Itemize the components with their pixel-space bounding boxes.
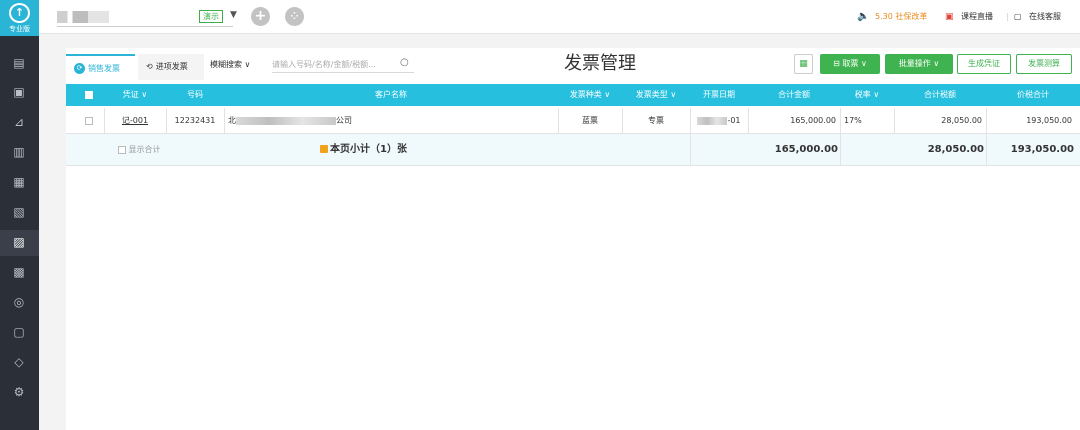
subtotal-with-tax: 193,050.00 [1010, 144, 1074, 155]
cloud-logo-icon: ↑ [9, 3, 30, 23]
invoice-panel: ⟳销售发票 ⟲进项发票 模糊搜索 ∨ ○ 发票管理 ▦ ⊟ 取票 ∨ 批量操作 … [66, 48, 1080, 430]
select-all-checkbox[interactable] [82, 84, 96, 106]
calculator-icon[interactable]: ▦ [11, 174, 27, 190]
header-number: 号码 [187, 90, 203, 99]
coin-icon [320, 145, 328, 153]
generate-voucher-button[interactable]: 生成凭证 [957, 54, 1011, 74]
invoice-kind: 蓝票 [582, 116, 598, 125]
app-logo[interactable]: ↑ 专业版 [0, 0, 39, 36]
issue-date-redacted [697, 116, 728, 125]
tax-rate: 17% [844, 116, 862, 125]
table-header: 凭证 ∨ 号码 客户名称 发票种类 ∨ 发票类型 ∨ 开票日期 合计金额 税率 … [66, 84, 1080, 106]
batch-operation-button[interactable]: 批量操作 ∨ [885, 54, 953, 74]
chevron-down-icon: ∨ [244, 60, 251, 69]
chat-icon: ▢ [1014, 12, 1022, 21]
invoice-type: 专票 [648, 116, 664, 125]
customer-name-prefix: 北 [228, 116, 236, 125]
voucher-icon[interactable]: ▤ [11, 55, 27, 71]
company-dropdown-icon[interactable]: ▼ [230, 10, 237, 20]
cashier-icon[interactable]: ◎ [11, 294, 27, 310]
page-title: 发票管理 [564, 53, 636, 74]
qr-code-icon: ▦ [799, 59, 808, 69]
online-service-link[interactable]: 在线客服 [1029, 11, 1061, 23]
customer-name: 北 公司 [228, 108, 558, 134]
subtotal-amount: 165,000.00 [774, 144, 838, 155]
tax-calc-button[interactable]: 发票测算 [1016, 54, 1072, 74]
header-voucher[interactable]: 凭证 ∨ [104, 84, 166, 106]
search-mode-label: 模糊搜索 [210, 60, 242, 69]
table-row[interactable]: 记-001 12232431 北公司 蓝票 专票 -01 165,000.00 … [66, 108, 1080, 134]
batch-label: 批量操作 [898, 59, 931, 68]
speaker-icon: 🔈 [857, 11, 870, 22]
tab-sales-invoice[interactable]: ⟳ 销售发票 [66, 54, 135, 80]
company-underline [57, 26, 233, 27]
archive-icon[interactable]: ▢ [11, 324, 27, 340]
demo-badge: 演示 [199, 10, 223, 23]
new-live-icon: ▣ [945, 12, 954, 22]
chevron-down-icon: ∨ [858, 59, 867, 68]
header-total-with-tax: 价税合计 [1017, 90, 1049, 99]
settings-icon[interactable]: ⚙ [11, 384, 27, 400]
purchase-invoice-icon: ⟲ [146, 62, 153, 71]
header-voucher-label: 凭证 [122, 90, 139, 99]
subtotal-row: 显示合计 本页小计（1）张 165,000.00 28,050.00 193,0… [66, 134, 1080, 166]
tab-sales-label: 销售发票 [88, 64, 120, 73]
ledger-icon[interactable]: ▣ [11, 84, 27, 100]
header-invoice-type[interactable]: 发票类型 ∨ [622, 84, 690, 106]
search-icon[interactable]: ○ [400, 57, 409, 68]
left-sidebar: ↑ 专业版 ▤ ▣ ⊿ ▥ ▦ ▧ ▨ ▩ ◎ ▢ ◇ ⚙ [0, 0, 39, 430]
company-name-redacted[interactable] [57, 11, 109, 23]
header-customer: 客户名称 [375, 90, 407, 99]
invoice-number: 12232431 [174, 116, 216, 125]
search-mode-select[interactable]: 模糊搜索 ∨ [210, 58, 250, 72]
edition-label: 专业版 [9, 25, 30, 33]
row-checkbox[interactable] [82, 108, 96, 134]
add-circle-icon[interactable]: + [251, 7, 270, 26]
page-subtotal-label: 本页小计（1）张 [320, 134, 440, 166]
search-input[interactable] [272, 57, 414, 73]
voucher-link[interactable]: 记-001 [104, 108, 166, 134]
live-course-link[interactable]: 课程直播 [961, 11, 993, 23]
issue-date: -01 [690, 108, 748, 134]
report-icon[interactable]: ⊿ [11, 114, 27, 130]
header-tax-rate[interactable]: 税率 ∨ [840, 84, 894, 106]
header-invoice-type-label: 发票类型 [635, 90, 668, 99]
sales-invoice-icon: ⟳ [74, 63, 85, 74]
header-invoice-kind-label: 发票种类 [569, 90, 602, 99]
show-total-label: 显示合计 [128, 145, 161, 154]
divider: | [1006, 12, 1009, 21]
issue-date-suffix: -01 [727, 116, 741, 125]
header-total-tax: 合计税额 [924, 90, 956, 99]
top-bar: 演示 ▼ + ⁘ 🔈 5.30 社保改革 ▣ 课程直播 | ▢ 在线客服 [39, 0, 1080, 34]
invoice-icon[interactable]: ▨ [11, 234, 27, 250]
header-tax-rate-label: 税率 [854, 90, 871, 99]
page-subtotal-text: 本页小计（1）张 [330, 144, 407, 155]
total-with-tax: 193,050.00 [1026, 116, 1072, 125]
header-total-amount: 合计金额 [778, 90, 810, 99]
qr-code-button[interactable]: ▦ [794, 54, 813, 74]
apps-grid-icon[interactable]: ⁘ [285, 7, 304, 26]
chevron-down-icon: ∨ [930, 59, 940, 68]
notice-link[interactable]: 5.30 社保改革 [875, 11, 927, 23]
total-amount: 165,000.00 [790, 116, 836, 125]
header-invoice-kind[interactable]: 发票种类 ∨ [558, 84, 622, 106]
bank-icon[interactable]: ▩ [11, 264, 27, 280]
fetch-invoice-button[interactable]: ⊟ 取票 ∨ [820, 54, 880, 74]
customer-name-redacted [236, 116, 336, 125]
tax-icon[interactable]: ▧ [11, 204, 27, 220]
show-total-checkbox[interactable] [118, 145, 126, 154]
fetch-label: 取票 [842, 59, 859, 68]
customer-name-suffix: 公司 [336, 116, 352, 125]
subtotal-tax: 28,050.00 [927, 144, 984, 155]
show-total-toggle[interactable]: 显示合计 [118, 134, 198, 166]
tab-purchase-invoice[interactable]: ⟲ 进项发票 [138, 54, 204, 80]
total-tax: 28,050.00 [941, 116, 982, 125]
header-issue-date: 开票日期 [703, 90, 735, 99]
check-icon[interactable]: ◇ [11, 354, 27, 370]
voucher-link-label: 记-001 [121, 116, 149, 125]
tab-purchase-label: 进项发票 [155, 62, 188, 71]
assets-icon[interactable]: ▥ [11, 144, 27, 160]
